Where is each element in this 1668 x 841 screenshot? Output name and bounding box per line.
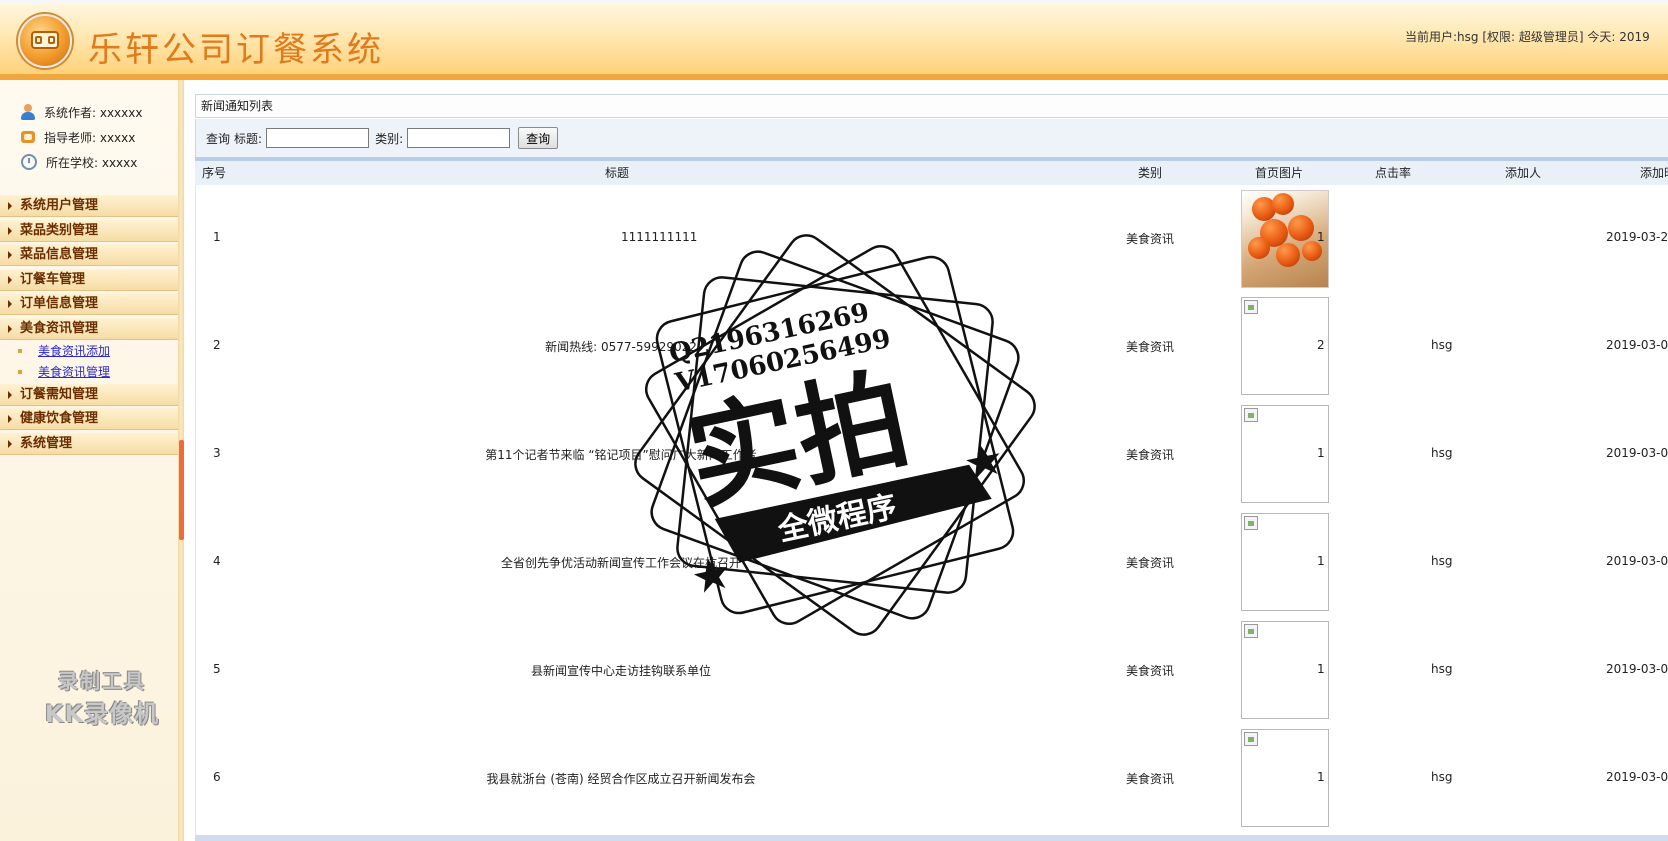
- cell-index: 3: [213, 446, 221, 460]
- cell-category: 美食资讯: [1126, 664, 1175, 678]
- menu-system-management[interactable]: 系统管理: [0, 433, 178, 455]
- broken-image-icon: [1244, 516, 1258, 530]
- submenu-food-news-manage[interactable]: 美食资讯管理: [38, 363, 110, 381]
- cell-index: 4: [213, 554, 221, 568]
- watermark-line-1: 录制工具: [58, 669, 146, 693]
- author-info: 系统作者: xxxxxx: [20, 103, 142, 121]
- cell-adder: hsg: [1431, 446, 1453, 460]
- cell-adder: hsg: [1431, 662, 1453, 676]
- column-header-title: 标题: [605, 166, 630, 180]
- current-user-info: 当前用户:hsg [权限: 超级管理员] 今天: 2019: [1405, 30, 1650, 44]
- watermark-line-2: KK录像机: [44, 700, 160, 728]
- table-row[interactable]: 6 我县就浙台 (苍南) 经贸合作区成立召开新闻发布会 美食资讯 1 hsg 2…: [196, 725, 1668, 833]
- menu-order-management[interactable]: 订单信息管理: [0, 293, 178, 315]
- cell-clicks: 1: [1317, 446, 1325, 460]
- broken-image-icon: [1244, 732, 1258, 746]
- cell-adder: hsg: [1431, 554, 1453, 568]
- cell-date: 2019-03-02: [1606, 662, 1668, 676]
- cell-index: 6: [213, 770, 221, 784]
- cell-category: 美食资讯: [1126, 448, 1175, 462]
- menu-order-notice-management[interactable]: 订餐需知管理: [0, 384, 178, 406]
- broken-image: [1241, 405, 1329, 503]
- cell-index: 5: [213, 662, 221, 676]
- teacher-label: 指导老师: xxxxx: [44, 130, 136, 145]
- menu-cart-management[interactable]: 订餐车管理: [0, 269, 178, 291]
- menu-dish-info-management[interactable]: 菜品信息管理: [0, 244, 178, 266]
- search-bar: 查询 标题: 类别: 查询: [195, 119, 1668, 157]
- column-header-category: 类别: [1138, 166, 1163, 180]
- table-bottom-border: [195, 835, 1668, 841]
- search-button[interactable]: 查询: [518, 127, 559, 149]
- school-icon: [21, 154, 37, 170]
- broken-image-icon: [1244, 624, 1258, 638]
- search-prefix: 查询: [206, 131, 231, 146]
- title-search-input[interactable]: [266, 128, 370, 148]
- category-label: 类别:: [375, 131, 404, 146]
- cell-date: 2019-03-02: [1606, 446, 1668, 460]
- cell-title: 我县就浙台 (苍南) 经贸合作区成立召开新闻发布会: [486, 772, 756, 786]
- cell-clicks: 2: [1317, 338, 1325, 352]
- recorder-watermark: 录制工具 KK录像机: [32, 665, 172, 729]
- cell-index: 1: [213, 230, 221, 244]
- cell-title: 县新闻宣传中心走访挂钩联系单位: [530, 664, 712, 678]
- teacher-icon: [20, 129, 36, 145]
- stamp-watermark: Q2196316269 V17060256499 实拍 全微程序: [634, 234, 1036, 636]
- menu-dish-category-management[interactable]: 菜品类别管理: [0, 220, 178, 242]
- column-header-index: 序号: [202, 166, 227, 180]
- submenu-food-news-add[interactable]: 美食资讯添加: [38, 342, 110, 360]
- panel-title: 新闻通知列表: [195, 94, 1668, 118]
- teacher-info: 指导老师: xxxxx: [20, 128, 135, 146]
- menu-healthy-diet-management[interactable]: 健康饮食管理: [0, 408, 178, 430]
- cell-clicks: 1: [1317, 554, 1325, 568]
- menu-food-news-management[interactable]: 美食资讯管理: [0, 318, 178, 340]
- column-header-adder: 添加人: [1505, 166, 1542, 180]
- broken-image: [1241, 513, 1329, 611]
- table-header: 序号 标题 类别 首页图片 点击率 添加人 添加时: [195, 161, 1668, 185]
- cell-date: 2019-03-02: [1606, 338, 1668, 352]
- cell-index: 2: [213, 338, 221, 352]
- submenu-bullet: [18, 349, 22, 353]
- cell-date: 2019-03-20: [1606, 230, 1668, 244]
- menu-user-management[interactable]: 系统用户管理: [0, 195, 178, 217]
- school-label: 所在学校: xxxxx: [46, 155, 138, 170]
- broken-image: [1241, 729, 1329, 827]
- category-search-input[interactable]: [407, 128, 511, 148]
- cell-category: 美食资讯: [1126, 340, 1175, 354]
- sidebar-toggle-handle[interactable]: [179, 440, 184, 540]
- title-label: 标题:: [234, 131, 263, 146]
- cell-adder: hsg: [1431, 770, 1453, 784]
- user-icon: [20, 104, 36, 120]
- app-header: 乐轩公司订餐系统 当前用户:hsg [权限: 超级管理员] 今天: 2019: [0, 0, 1668, 80]
- broken-image-icon: [1244, 408, 1258, 422]
- cell-date: 2019-03-02: [1606, 770, 1668, 784]
- cell-adder: hsg: [1431, 338, 1453, 352]
- logo-icon: [18, 14, 72, 68]
- tomato-photo: [1241, 190, 1329, 288]
- cell-date: 2019-03-02: [1606, 554, 1668, 568]
- broken-image: [1241, 621, 1329, 719]
- cell-clicks: 1: [1317, 770, 1325, 784]
- cell-category: 美食资讯: [1126, 772, 1175, 786]
- submenu-bullet: [18, 370, 22, 374]
- cell-category: 美食资讯: [1126, 232, 1175, 246]
- school-info: 所在学校: xxxxx: [20, 153, 137, 171]
- broken-image-icon: [1244, 300, 1258, 314]
- header-top-line: [0, 0, 1668, 3]
- author-label: 系统作者: xxxxxx: [44, 105, 143, 120]
- app-title: 乐轩公司订餐系统: [88, 30, 384, 70]
- column-header-clicks: 点击率: [1375, 166, 1412, 180]
- cell-category: 美食资讯: [1126, 556, 1175, 570]
- cell-clicks: 1: [1317, 230, 1325, 244]
- broken-image: [1241, 297, 1329, 395]
- column-header-image: 首页图片: [1255, 166, 1304, 180]
- column-header-date: 添加时: [1640, 166, 1668, 180]
- cell-clicks: 1: [1317, 662, 1325, 676]
